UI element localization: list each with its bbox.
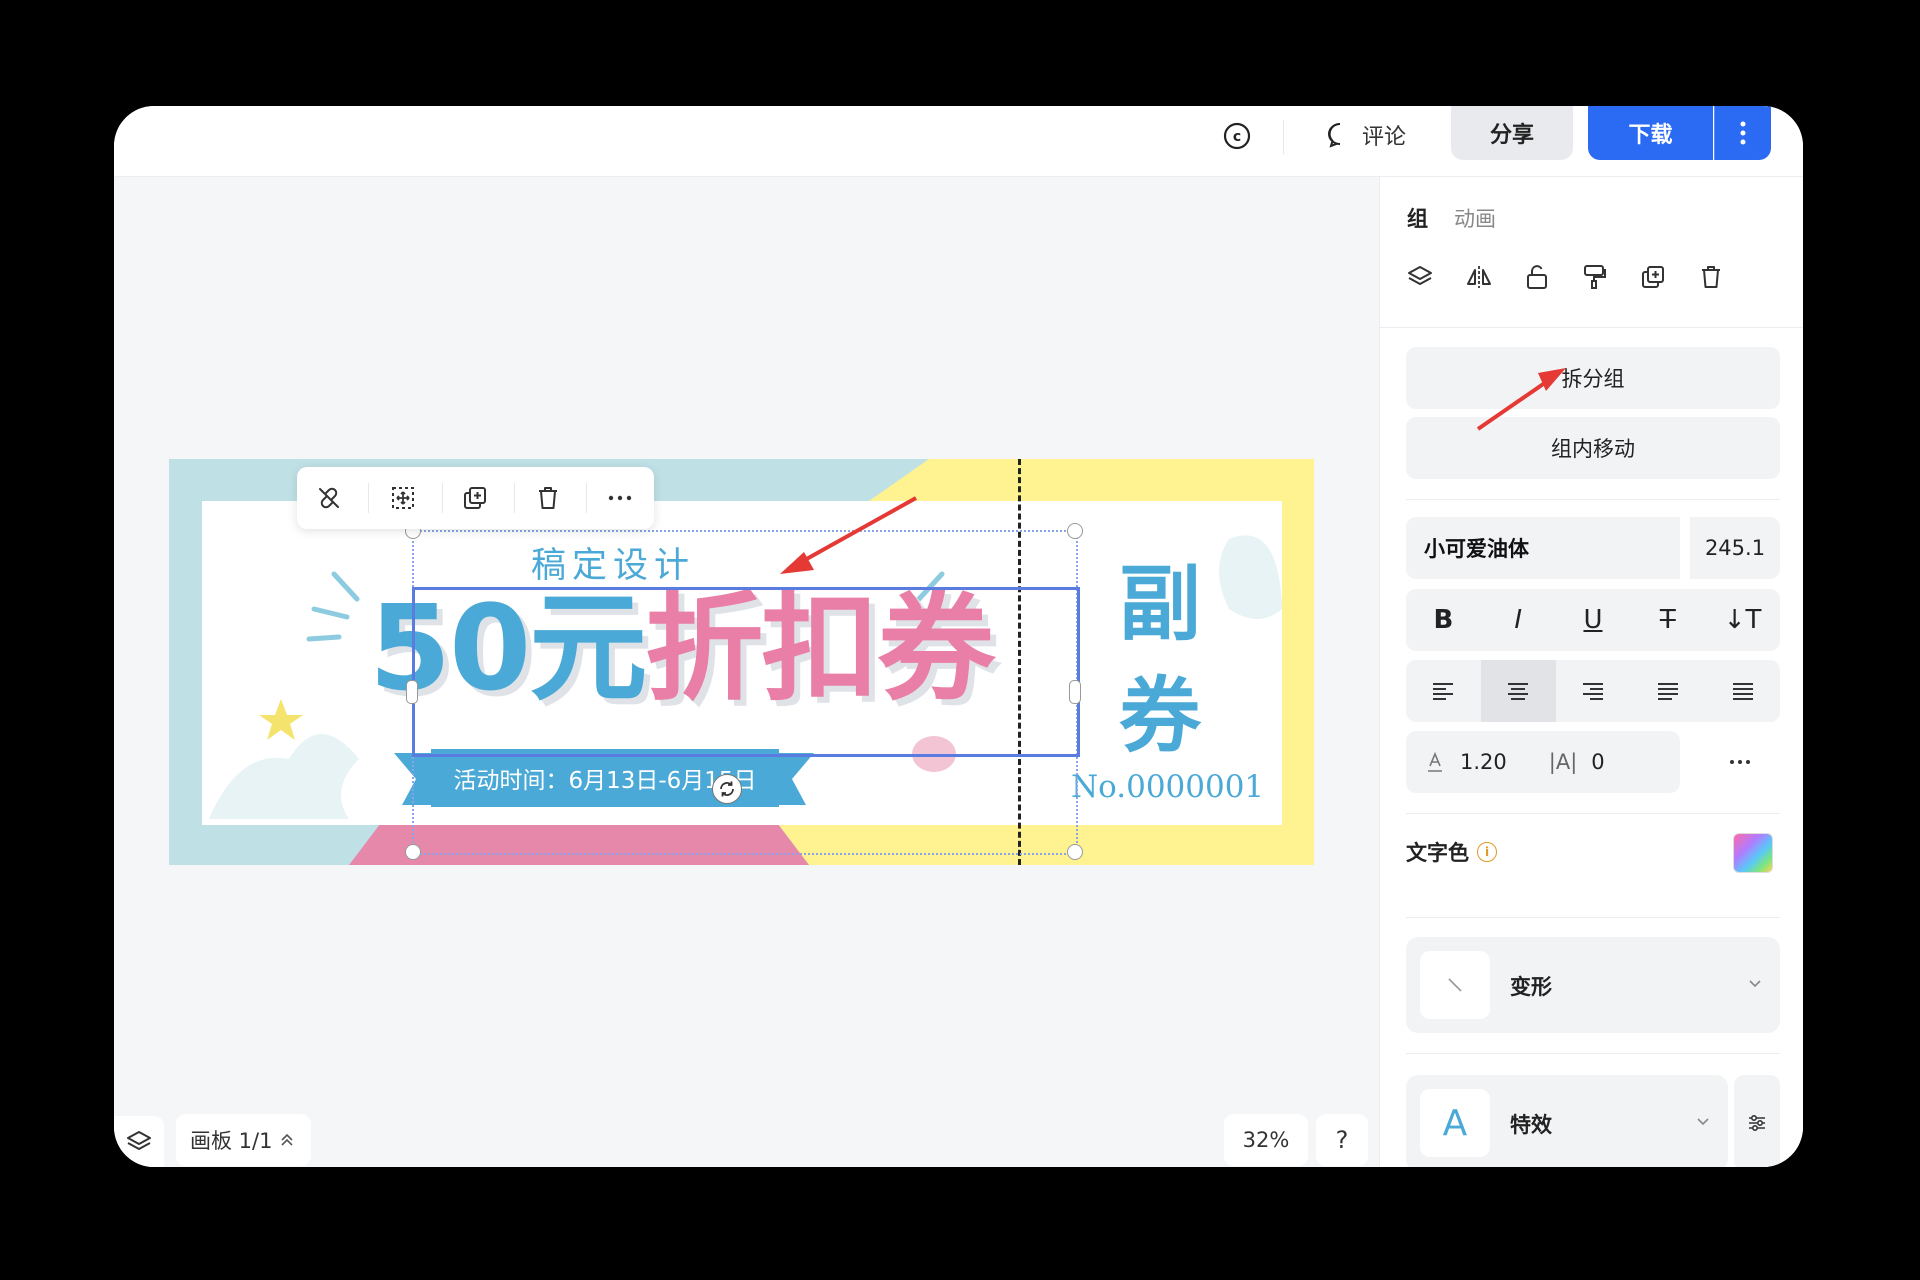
unlink-icon[interactable] — [309, 479, 349, 517]
board-label: 画板 1/1 — [190, 1129, 273, 1153]
panel-divider — [1406, 499, 1780, 500]
resize-handle-bl[interactable] — [405, 844, 421, 860]
panel-divider — [1406, 917, 1780, 918]
line-height-icon — [1428, 751, 1442, 772]
editor-window: c 评论 分享 下载 稿定设计 50元折扣券 活动时间：6月13日-6月15日 … — [114, 106, 1803, 1167]
download-button[interactable]: 下载 — [1588, 106, 1713, 160]
select-move-icon[interactable] — [383, 479, 423, 517]
properties-panel: 组 动画 拆分组 组内移动 小可爱油体 245.1 B I U T ↓T 1.2… — [1379, 177, 1803, 1167]
copyright-icon[interactable]: c — [1217, 116, 1257, 156]
element-selection-box[interactable] — [412, 587, 1080, 757]
italic-button[interactable]: I — [1481, 589, 1556, 651]
text-color-row: 文字色 i — [1406, 837, 1497, 867]
letter-spacing-icon: |A| — [1548, 750, 1578, 774]
comment-button[interactable]: 评论 — [1326, 112, 1406, 158]
transform-icon — [1420, 951, 1490, 1019]
text-style-row: B I U T ↓T — [1406, 589, 1780, 651]
stub-title[interactable]: 副券 — [1119, 549, 1201, 773]
rotate-icon[interactable] — [712, 774, 742, 804]
canvas-area[interactable]: 稿定设计 50元折扣券 活动时间：6月13日-6月15日 副券 No.00000… — [114, 177, 1378, 1167]
font-family-select[interactable]: 小可爱油体 — [1406, 517, 1680, 579]
toolbar-separator — [368, 483, 369, 513]
board-selector[interactable]: 画板 1/1 — [176, 1114, 311, 1166]
effects-settings-button[interactable] — [1734, 1075, 1780, 1167]
align-center-icon[interactable] — [1480, 660, 1556, 722]
duplicate-icon[interactable] — [455, 479, 495, 517]
underline-button[interactable]: U — [1556, 589, 1631, 651]
align-left-icon[interactable] — [1406, 660, 1481, 722]
help-button[interactable]: ? — [1316, 1114, 1368, 1166]
topbar-divider — [1283, 120, 1284, 154]
device-frame: c 评论 分享 下载 稿定设计 50元折扣券 活动时间：6月13日-6月15日 … — [0, 0, 1920, 1280]
svg-text:c: c — [1233, 129, 1241, 145]
chevron-down-icon — [1748, 969, 1762, 993]
duplicate-icon[interactable] — [1633, 257, 1673, 297]
download-more-button[interactable] — [1714, 106, 1771, 160]
effects-dropdown[interactable]: A 特效 — [1406, 1075, 1728, 1167]
transform-dropdown[interactable]: 变形 — [1406, 937, 1780, 1033]
flip-icon[interactable] — [1459, 257, 1499, 297]
font-size-input[interactable]: 245.1 — [1690, 517, 1780, 579]
chevron-down-icon — [1696, 1107, 1710, 1131]
serial-number[interactable]: No.0000001 — [1071, 769, 1264, 805]
effects-label: 特效 — [1510, 1113, 1552, 1137]
resize-handle-tr[interactable] — [1067, 523, 1083, 539]
transform-label: 变形 — [1510, 975, 1552, 999]
resize-handle-br[interactable] — [1067, 844, 1083, 860]
alignment-row — [1406, 660, 1780, 722]
layers-icon — [127, 1131, 151, 1150]
comment-icon — [1328, 122, 1341, 148]
strikethrough-button[interactable]: T — [1630, 589, 1705, 651]
zoom-level[interactable]: 32% — [1224, 1114, 1308, 1166]
line-height-value[interactable]: 1.20 — [1460, 750, 1507, 774]
panel-divider — [1406, 1053, 1780, 1054]
spacing-controls: 1.20 |A| 0 — [1406, 731, 1680, 793]
layers-button[interactable] — [114, 1116, 164, 1167]
align-right-icon[interactable] — [1556, 660, 1631, 722]
comment-label: 评论 — [1362, 125, 1407, 150]
toolbar-separator — [514, 483, 515, 513]
more-icon[interactable] — [600, 479, 640, 517]
vertical-text-button[interactable]: ↓T — [1705, 589, 1780, 651]
lock-icon[interactable] — [1517, 257, 1557, 297]
text-color-swatch[interactable] — [1733, 833, 1773, 873]
text-color-label: 文字色 — [1406, 841, 1469, 865]
justify-icon[interactable] — [1630, 660, 1705, 722]
sliders-icon — [1749, 1114, 1765, 1132]
more-vertical-icon — [1740, 121, 1746, 145]
justify-all-icon[interactable] — [1705, 660, 1780, 722]
move-in-group-button[interactable]: 组内移动 — [1406, 417, 1780, 479]
delete-icon[interactable] — [528, 479, 568, 517]
tab-group[interactable]: 组 — [1407, 203, 1428, 233]
ungroup-button[interactable]: 拆分组 — [1406, 347, 1780, 409]
layers-icon[interactable] — [1400, 257, 1440, 297]
floating-toolbar — [297, 467, 654, 529]
bold-button[interactable]: B — [1406, 589, 1481, 651]
letter-spacing-value[interactable]: 0 — [1591, 750, 1604, 774]
share-button[interactable]: 分享 — [1451, 106, 1573, 160]
toolbar-separator — [442, 483, 443, 513]
resize-handle-right[interactable] — [1069, 680, 1081, 704]
more-text-options-icon[interactable] — [1710, 731, 1770, 793]
toolbar-separator — [586, 483, 587, 513]
panel-divider — [1380, 327, 1803, 328]
chevron-up-icon — [281, 1133, 294, 1146]
panel-divider — [1406, 813, 1780, 814]
delete-icon[interactable] — [1691, 257, 1731, 297]
info-icon[interactable]: i — [1477, 842, 1497, 862]
effects-icon: A — [1420, 1089, 1490, 1157]
tab-animation[interactable]: 动画 — [1454, 203, 1496, 233]
resize-handle-left[interactable] — [406, 680, 418, 704]
top-bar: c 评论 分享 下载 — [114, 106, 1803, 177]
format-painter-icon[interactable] — [1575, 257, 1615, 297]
